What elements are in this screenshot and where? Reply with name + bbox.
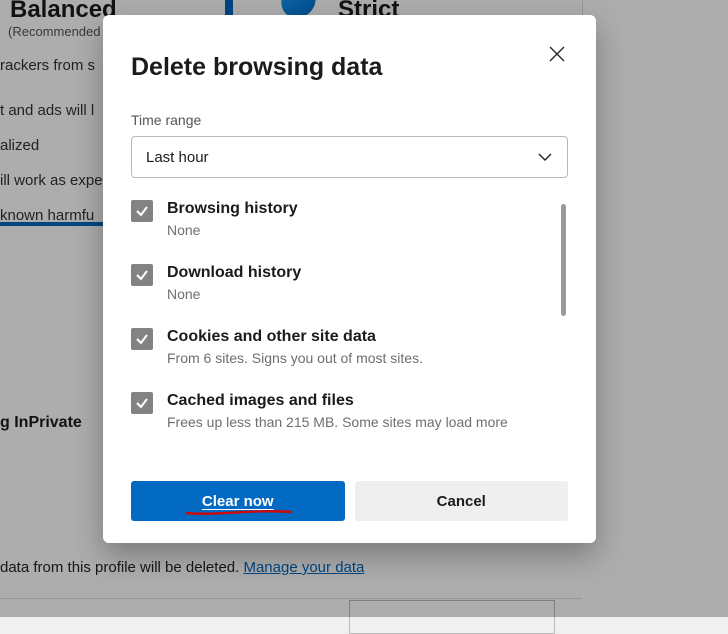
- clear-now-button[interactable]: Clear now: [131, 481, 345, 521]
- item-sub: Frees up less than 215 MB. Some sites ma…: [167, 414, 508, 430]
- item-sub: None: [167, 286, 301, 302]
- item-title: Cached images and files: [167, 392, 508, 410]
- check-icon: [135, 396, 149, 410]
- modal-buttons: Clear now Cancel: [131, 481, 568, 521]
- list-item: Cookies and other site data From 6 sites…: [131, 328, 568, 366]
- cancel-button[interactable]: Cancel: [355, 481, 569, 521]
- time-range-label: Time range: [131, 112, 568, 128]
- item-title: Cookies and other site data: [167, 328, 423, 346]
- checkbox-cache[interactable]: [131, 392, 153, 414]
- time-range-select[interactable]: Last hour: [131, 136, 568, 178]
- delete-browsing-data-modal: Delete browsing data Time range Last hou…: [103, 15, 596, 543]
- time-range-value: Last hour: [146, 149, 209, 166]
- checkbox-browsing-history[interactable]: [131, 200, 153, 222]
- check-icon: [135, 268, 149, 282]
- list-item: Browsing history None: [131, 200, 568, 238]
- chevron-down-icon: [537, 149, 553, 165]
- modal-title: Delete browsing data: [131, 53, 568, 82]
- item-title: Download history: [167, 264, 301, 282]
- checkbox-cookies[interactable]: [131, 328, 153, 350]
- close-button[interactable]: [542, 39, 572, 69]
- data-types-list: Browsing history None Download history N…: [131, 200, 568, 463]
- item-title: Browsing history: [167, 200, 298, 218]
- checkbox-download-history[interactable]: [131, 264, 153, 286]
- item-sub: None: [167, 222, 298, 238]
- item-sub: From 6 sites. Signs you out of most site…: [167, 350, 423, 366]
- check-icon: [135, 204, 149, 218]
- list-item: Download history None: [131, 264, 568, 302]
- close-icon: [549, 46, 565, 62]
- list-item: Cached images and files Frees up less th…: [131, 392, 568, 430]
- scrollbar[interactable]: [561, 204, 566, 316]
- check-icon: [135, 332, 149, 346]
